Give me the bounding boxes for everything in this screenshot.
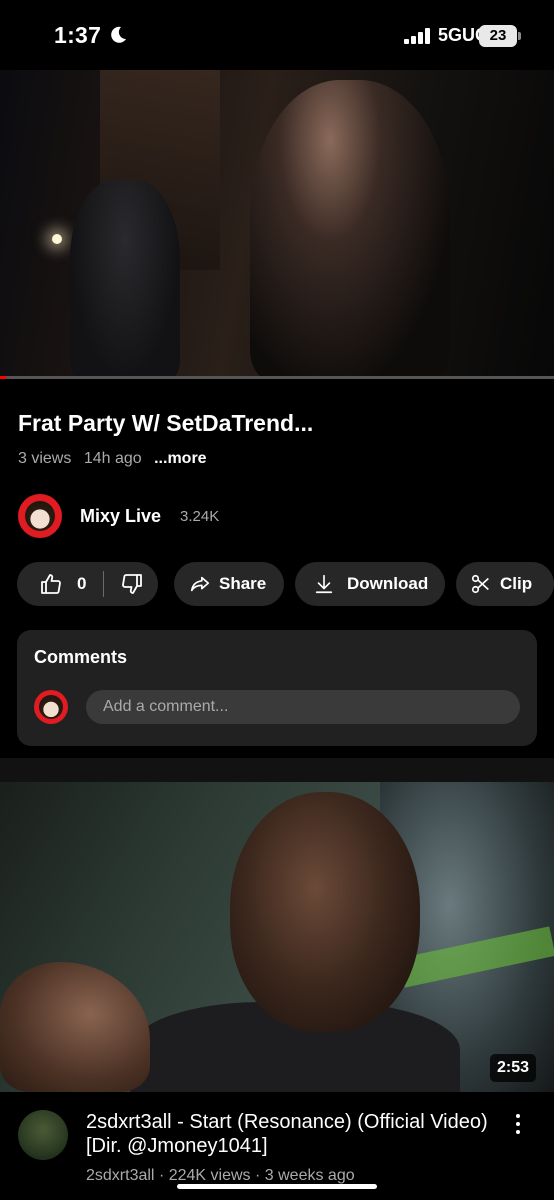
view-count: 3 views xyxy=(18,450,72,467)
recommended-channel[interactable]: 2sdxrt3all xyxy=(86,1167,154,1184)
share-icon xyxy=(190,576,210,592)
video-meta[interactable]: 3 views 14h ago ...more xyxy=(18,450,215,468)
duration-badge: 2:53 xyxy=(490,1054,537,1082)
recommended-title[interactable]: 2sdxrt3all - Start (Resonance) (Official… xyxy=(86,1110,496,1158)
more-vert-icon[interactable] xyxy=(510,1112,526,1136)
home-indicator[interactable] xyxy=(177,1184,377,1189)
comments-card[interactable]: Comments Add a comment... xyxy=(17,630,537,746)
dislike-button[interactable] xyxy=(104,572,144,596)
signal-icon xyxy=(404,28,430,44)
video-title: Frat Party W/ SetDaTrend... xyxy=(18,410,314,436)
download-icon xyxy=(315,574,333,594)
subscriber-count: 3.24K xyxy=(180,508,220,525)
more-link[interactable]: ...more xyxy=(154,450,206,467)
comment-input[interactable]: Add a comment... xyxy=(86,690,520,724)
upload-age: 14h ago xyxy=(83,450,142,467)
progress-fill xyxy=(0,376,6,379)
recommended-age: 3 weeks ago xyxy=(264,1167,355,1184)
channel-row[interactable]: Mixy Live 3.24K xyxy=(18,494,538,538)
video-frame-person-left xyxy=(70,180,180,378)
battery-icon: 23 xyxy=(479,25,517,47)
battery-nub xyxy=(518,32,521,40)
video-player[interactable] xyxy=(0,70,554,378)
clip-label: Clip xyxy=(500,574,533,593)
progress-track[interactable] xyxy=(0,376,554,379)
like-count: 0 xyxy=(77,574,87,593)
share-button[interactable]: Share xyxy=(174,562,284,606)
thumbs-down-icon xyxy=(122,574,142,594)
download-label: Download xyxy=(347,574,429,593)
clip-button[interactable]: Clip xyxy=(456,562,554,606)
video-frame-light xyxy=(52,234,62,244)
comments-title: Comments xyxy=(34,647,128,667)
scissors-icon xyxy=(471,574,489,594)
section-separator xyxy=(0,758,554,782)
action-bar: 0 Share Download Clip xyxy=(17,562,554,606)
video-frame-person-right xyxy=(250,80,450,378)
avatar-face xyxy=(39,695,63,719)
moon-icon xyxy=(111,26,126,43)
recommended-thumbnail[interactable] xyxy=(0,782,554,1092)
avatar[interactable] xyxy=(18,494,62,538)
recommended-views: 224K views xyxy=(168,1167,251,1184)
like-dislike-pill: 0 xyxy=(17,562,158,606)
channel-name[interactable]: Mixy Live xyxy=(80,506,161,527)
meta-separator: · xyxy=(158,1167,169,1184)
like-button[interactable]: 0 xyxy=(17,572,103,596)
meta-separator: · xyxy=(255,1167,265,1184)
thumbnail-hand xyxy=(0,962,150,1092)
avatar xyxy=(34,690,68,724)
status-bar: 1:37 5GUC 23 xyxy=(0,0,554,70)
recommended-meta: 2sdxrt3all · 224K views · 3 weeks ago xyxy=(86,1167,355,1185)
download-button[interactable]: Download xyxy=(295,562,445,606)
share-label: Share xyxy=(219,574,267,593)
avatar-face xyxy=(25,501,55,531)
thumbs-up-icon xyxy=(41,574,61,594)
avatar[interactable] xyxy=(18,1110,68,1160)
status-time: 1:37 xyxy=(54,22,102,48)
thumbnail-person-head xyxy=(230,792,420,1032)
